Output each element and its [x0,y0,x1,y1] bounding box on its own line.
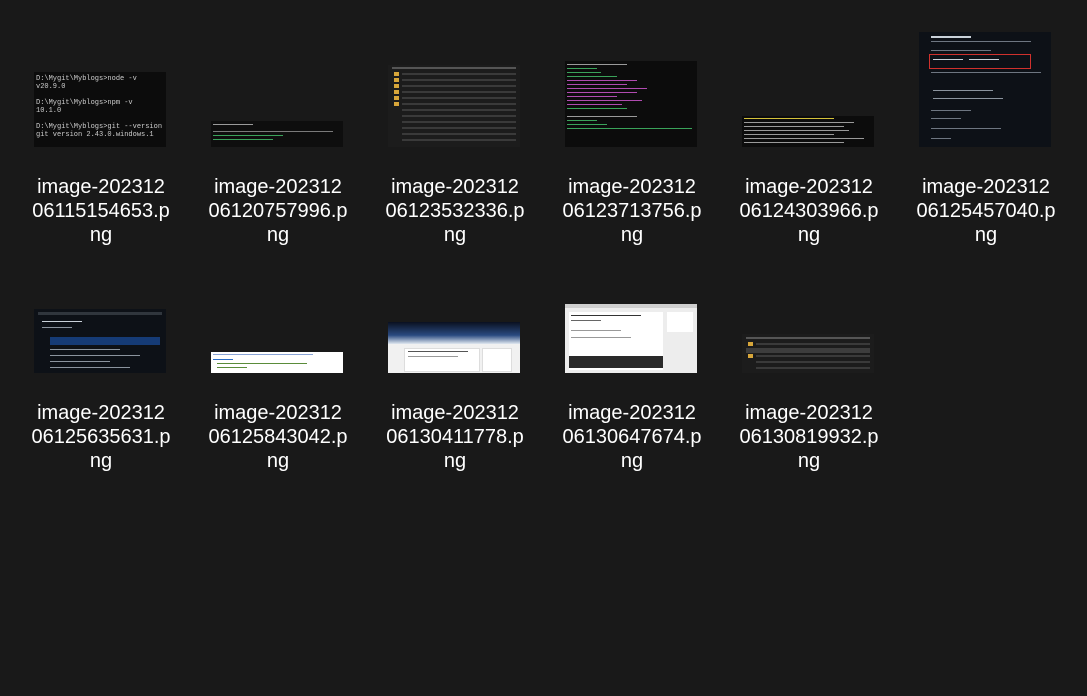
explorer-thumbnail-image [388,65,520,147]
file-name-line: image-202312 [745,402,873,424]
file-name-line: 06120757996.p [208,200,348,222]
file-name-line: ng [443,450,467,472]
file-item[interactable]: image-202312 06123532336.p ng [380,20,530,246]
file-name: image-202312 06125457040.p ng [911,175,1061,247]
file-name-line: ng [89,450,113,472]
thumbnail [557,20,707,170]
blog-thumbnail-image [565,304,697,373]
file-item[interactable]: D:\Mygit\Myblogs>node -v v20.9.0 D:\Mygi… [26,20,176,246]
file-item[interactable]: image-202312 06130647674.p ng [557,246,707,472]
file-name-line: ng [620,450,644,472]
file-name-line: image-202312 [214,176,342,198]
github-thumbnail-image [34,309,166,373]
file-name: image-202312 06125635631.p ng [26,401,176,473]
file-item[interactable]: image-202312 06125635631.p ng [26,246,176,472]
file-name-line: 06125635631.p [31,426,171,448]
file-item[interactable]: image-202312 06125843042.p ng [203,246,353,472]
blog-thumbnail-image [388,322,520,373]
file-name-line: ng [266,224,290,246]
github-thumbnail-image [919,32,1051,147]
file-name: image-202312 06120757996.p ng [203,175,353,247]
file-name-line: image-202312 [922,176,1050,198]
thumbnail [911,20,1061,170]
terminal-thumbnail-image [565,61,697,147]
file-name: image-202312 06124303966.p ng [734,175,884,247]
file-item[interactable]: image-202312 06125457040.p ng [911,20,1061,246]
terminal-text: D:\Mygit\Myblogs>node -v v20.9.0 D:\Mygi… [36,75,163,139]
file-name-line: image-202312 [568,402,696,424]
file-name: image-202312 06130819932.p ng [734,401,884,473]
thumbnail [734,246,884,396]
thumbnail [557,246,707,396]
file-name-line: 06130819932.p [739,426,879,448]
file-name-line: ng [974,224,998,246]
file-name: image-202312 06125843042.p ng [203,401,353,473]
file-name-line: image-202312 [37,176,165,198]
file-name-line: image-202312 [568,176,696,198]
thumbnail [203,246,353,396]
file-name-line: 06125843042.p [208,426,348,448]
thumbnail [26,246,176,396]
file-name-line: 06123532336.p [385,200,525,222]
terminal-thumbnail-image [211,121,343,147]
file-name: image-202312 06130411778.p ng [380,401,530,473]
file-name-line: 06125457040.p [916,200,1056,222]
file-name-line: ng [620,224,644,246]
file-name-line: 06130411778.p [386,426,524,448]
file-name-line: image-202312 [391,402,519,424]
thumbnail: D:\Mygit\Myblogs>node -v v20.9.0 D:\Mygi… [26,20,176,170]
file-name: image-202312 06123713756.p ng [557,175,707,247]
file-name-line: 06124303966.p [739,200,879,222]
terminal-thumbnail-image: D:\Mygit\Myblogs>node -v v20.9.0 D:\Mygi… [34,72,166,147]
file-name-line: 06123713756.p [562,200,702,222]
file-name-line: ng [266,450,290,472]
file-name-line: ng [797,224,821,246]
terminal-thumbnail-image [742,116,874,147]
file-name: image-202312 06130647674.p ng [557,401,707,473]
file-item[interactable]: image-202312 06124303966.p ng [734,20,884,246]
file-name-line: image-202312 [37,402,165,424]
file-name-line: ng [797,450,821,472]
file-name-line: image-202312 [745,176,873,198]
file-item[interactable]: image-202312 06130819932.p ng [734,246,884,472]
file-name: image-202312 06123532336.p ng [380,175,530,247]
file-item[interactable]: image-202312 06123713756.p ng [557,20,707,246]
file-item[interactable]: image-202312 06120757996.p ng [203,20,353,246]
file-name-line: image-202312 [391,176,519,198]
explorer-thumbnail-image [742,334,874,373]
config-thumbnail-image [211,352,343,373]
file-name-line: image-202312 [214,402,342,424]
thumbnail [380,246,530,396]
file-name-line: 06115154653.p [32,200,170,222]
file-name-line: ng [89,224,113,246]
file-item[interactable]: image-202312 06130411778.p ng [380,246,530,472]
file-name-line: 06130647674.p [562,426,702,448]
file-grid: D:\Mygit\Myblogs>node -v v20.9.0 D:\Mygi… [0,0,1087,696]
thumbnail [203,20,353,170]
file-name: image-202312 06115154653.p ng [26,175,176,247]
thumbnail [380,20,530,170]
file-name-line: ng [443,224,467,246]
thumbnail [734,20,884,170]
